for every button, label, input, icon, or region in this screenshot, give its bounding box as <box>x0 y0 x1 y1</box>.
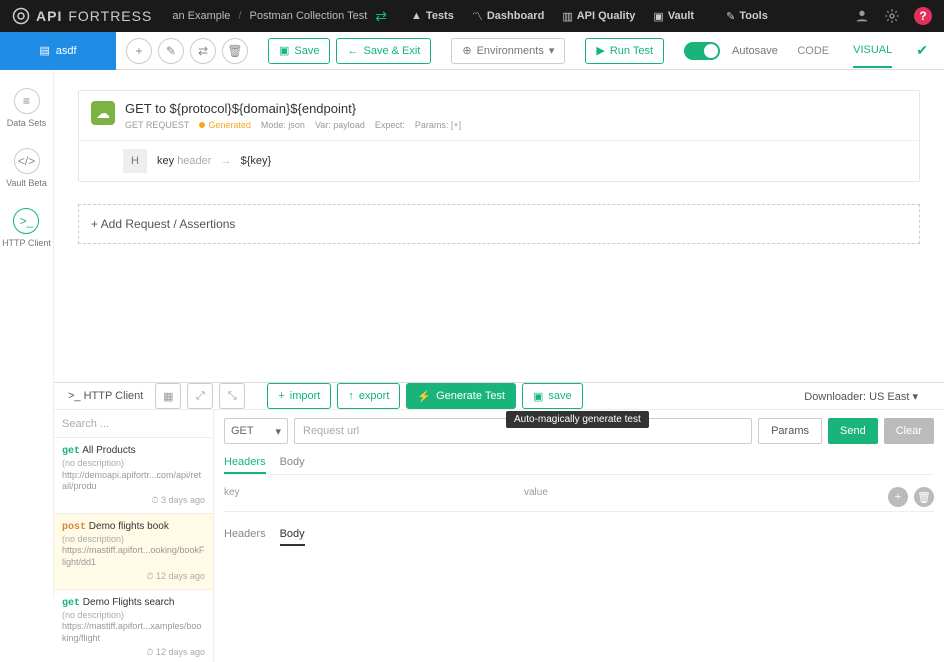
run-test-button[interactable]: ▶ Run Test <box>585 38 664 64</box>
validate-icon[interactable]: ✔ <box>916 42 928 59</box>
save-button[interactable]: ▣ Save <box>268 38 330 64</box>
params-button[interactable]: Params <box>758 418 822 444</box>
rail-datasets[interactable]: ≡Data Sets <box>7 88 47 128</box>
col-key: key <box>224 487 524 507</box>
rail-vault[interactable]: </>Vault Beta <box>6 148 47 188</box>
request-card[interactable]: ☁ GET to ${protocol}${domain}${endpoint}… <box>78 90 920 182</box>
add-request-button[interactable]: + Add Request / Assertions <box>78 204 920 244</box>
crumb-test[interactable]: Postman Collection Test <box>249 10 367 22</box>
send-button[interactable]: Send <box>828 418 878 444</box>
generate-tooltip: Auto-magically generate test <box>506 411 649 428</box>
edit-button[interactable]: ✎ <box>158 38 184 64</box>
downloader-select[interactable]: Downloader: US East ▾ <box>804 390 936 403</box>
toolbar: ▤ asdf + ✎ ⇄ 🗑 ▣ Save ← Save & Exit ⊕ En… <box>0 32 944 70</box>
user-icon[interactable] <box>854 8 870 24</box>
request-tabs: Headers Body <box>224 452 934 475</box>
nav-quality[interactable]: ▥ API Quality <box>562 8 635 24</box>
request-title: GET to ${protocol}${domain}${endpoint} <box>125 101 461 116</box>
tab-headers[interactable]: Headers <box>224 452 266 474</box>
resp-tab-body[interactable]: Body <box>280 524 305 546</box>
rail-http-client[interactable]: >_HTTP Client <box>2 208 51 248</box>
nav-tools[interactable]: ✎ Tools <box>726 8 768 24</box>
gear-icon[interactable] <box>884 8 900 24</box>
left-rail: ≡Data Sets </>Vault Beta >_HTTP Client <box>0 70 54 598</box>
history-search[interactable]: Search ... <box>54 410 213 438</box>
view-code-tab[interactable]: CODE <box>797 45 829 57</box>
history-panel: Search ... get All Products (no descript… <box>54 410 214 662</box>
nav-dashboard[interactable]: 〽 Dashboard <box>472 8 544 24</box>
history-item[interactable]: post Demo flights book (no description) … <box>54 514 213 590</box>
crumb-sep: / <box>238 10 241 22</box>
history-item[interactable]: get Demo Flights search (no description)… <box>54 590 213 662</box>
nav-tests[interactable]: ▲ Tests <box>411 8 454 24</box>
help-icon[interactable]: ? <box>914 7 932 25</box>
logo-icon <box>12 7 30 25</box>
add-button[interactable]: + <box>126 38 152 64</box>
layout-button[interactable]: ▦ <box>155 383 181 409</box>
breadcrumb: an Example / Postman Collection Test ⇄ <box>172 8 387 25</box>
sync-icon[interactable]: ⇄ <box>375 8 387 25</box>
delete-button[interactable]: 🗑 <box>222 38 248 64</box>
file-tab[interactable]: ▤ asdf <box>0 32 116 70</box>
save-http-button[interactable]: ▣ save <box>522 383 583 409</box>
autosave-label: Autosave <box>732 45 778 57</box>
crumb-project[interactable]: an Example <box>172 10 230 22</box>
http-client-title: >_ HTTP Client <box>62 390 149 402</box>
import-button[interactable]: + import <box>267 383 331 409</box>
swap-button[interactable]: ⇄ <box>190 38 216 64</box>
resp-tab-headers[interactable]: Headers <box>224 524 266 546</box>
generate-test-button[interactable]: ⚡ Generate Test <box>406 383 516 409</box>
view-visual-tab[interactable]: VISUAL <box>853 44 892 68</box>
top-nav: ▲ Tests 〽 Dashboard ▥ API Quality ▣ Vaul… <box>411 8 768 24</box>
logo[interactable]: API FORTRESS <box>12 7 152 25</box>
delete-row-button[interactable]: 🗑 <box>914 487 934 507</box>
request-meta: GET REQUEST Generated Mode: json Var: pa… <box>125 120 461 130</box>
export-button[interactable]: ↑ export <box>337 383 400 409</box>
editor-area: ☁ GET to ${protocol}${domain}${endpoint}… <box>54 70 944 382</box>
brand-thin: FORTRESS <box>68 8 152 24</box>
http-client-panel: >_ HTTP Client ▦ ⤢ ⤡ + import ↑ export ⚡… <box>54 382 944 598</box>
topbar: API FORTRESS an Example / Postman Collect… <box>0 0 944 32</box>
autosave-toggle[interactable] <box>684 42 720 60</box>
collapse-button[interactable]: ⤡ <box>219 383 245 409</box>
method-select[interactable]: GET▾ <box>224 418 288 444</box>
history-item[interactable]: get All Products (no description) http:/… <box>54 438 213 514</box>
add-row-button[interactable]: + <box>888 487 908 507</box>
cloud-icon: ☁ <box>91 101 115 125</box>
tab-body[interactable]: Body <box>280 452 305 474</box>
expand-button[interactable]: ⤢ <box>187 383 213 409</box>
col-value: value <box>524 487 548 507</box>
header-badge: H <box>123 149 147 173</box>
brand-bold: API <box>36 8 62 24</box>
clear-button[interactable]: Clear <box>884 418 934 444</box>
nav-vault[interactable]: ▣ Vault <box>653 8 694 24</box>
header-row[interactable]: H key header → ${key} <box>79 141 919 181</box>
save-exit-button[interactable]: ← Save & Exit <box>336 38 431 64</box>
environments-button[interactable]: ⊕ Environments ▾ <box>451 38 565 64</box>
request-builder: GET▾ Request url Params Send Clear Heade… <box>214 410 944 662</box>
response-tabs: Headers Body <box>224 524 934 546</box>
